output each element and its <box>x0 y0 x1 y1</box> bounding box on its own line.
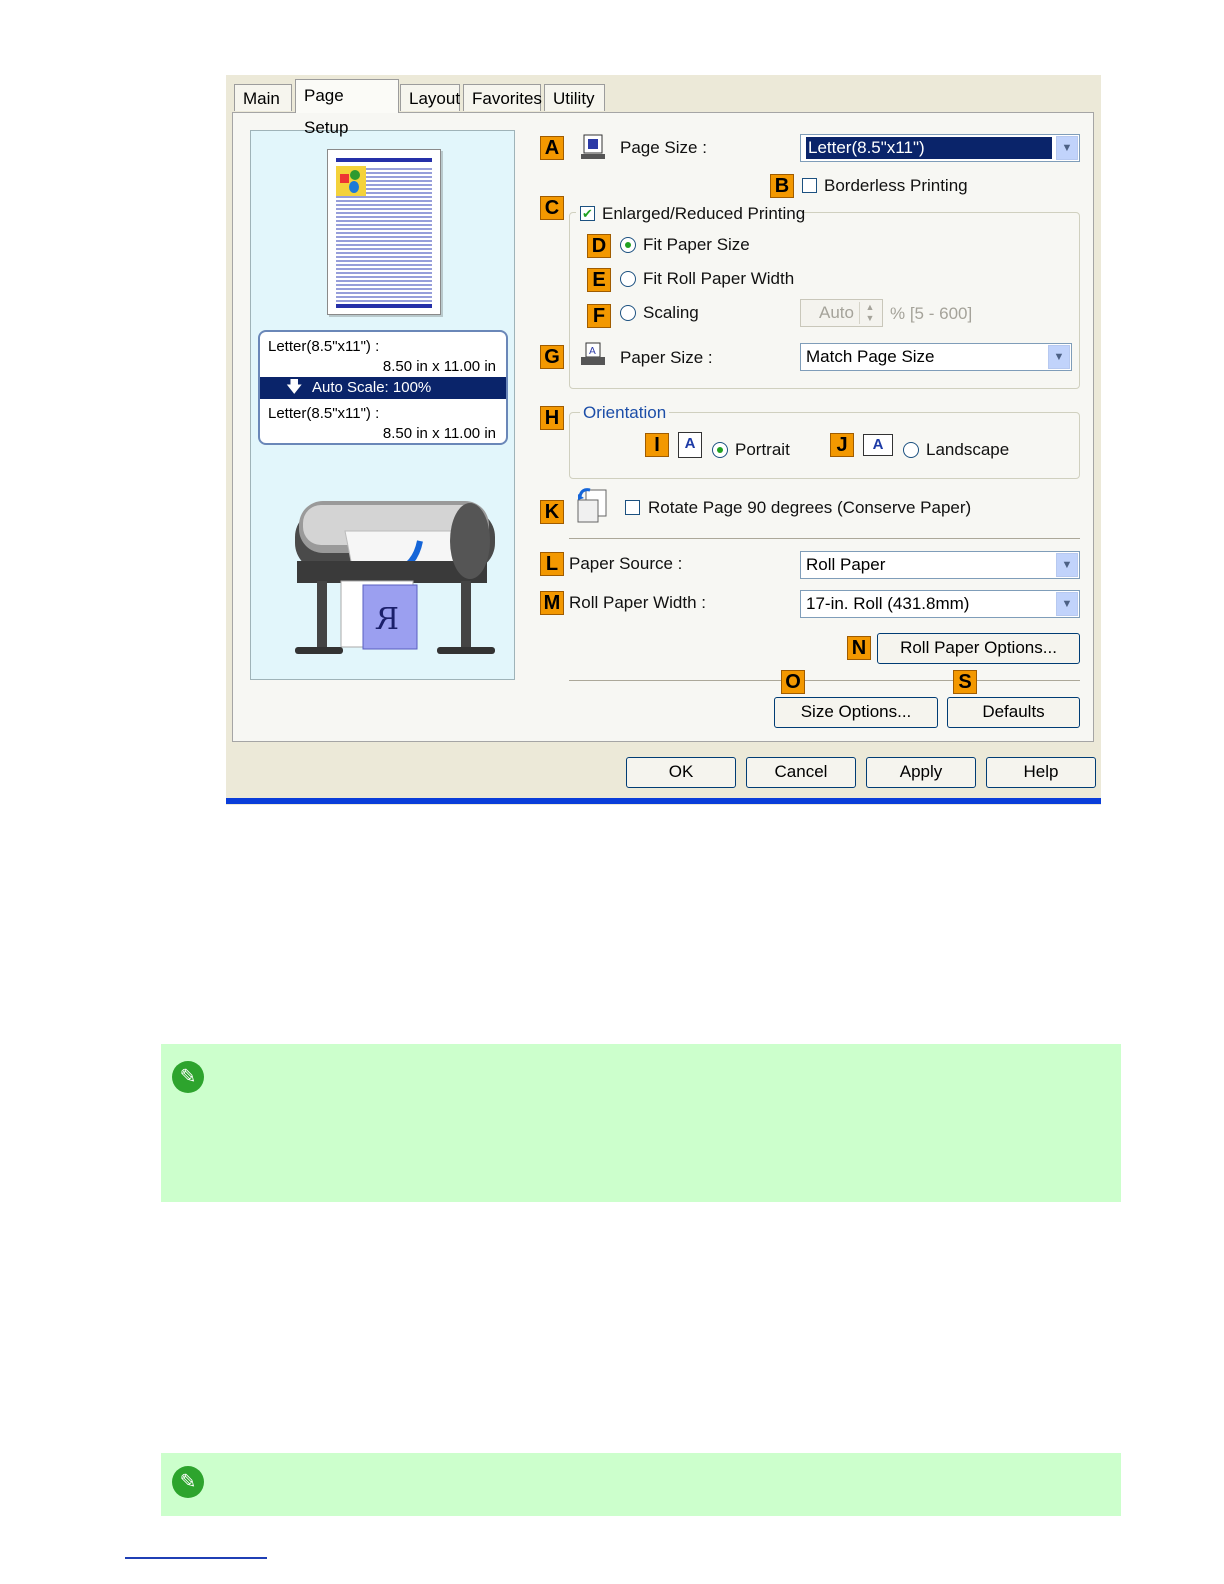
defaults-button[interactable]: Defaults <box>947 697 1080 728</box>
ok-button[interactable]: OK <box>626 757 736 788</box>
callout-d: D <box>587 234 611 258</box>
callout-j: J <box>830 433 854 457</box>
paper-source-selected: Roll Paper <box>806 555 886 574</box>
output-size-label: Letter(8.5"x11") : <box>268 405 380 422</box>
rotate-page-label: Rotate Page 90 degrees (Conserve Paper) <box>648 498 972 517</box>
page-size-label: Page Size : <box>620 138 707 157</box>
apply-button[interactable]: Apply <box>866 757 976 788</box>
landscape-radio[interactable] <box>903 442 919 458</box>
pencil-note-icon: ✎ <box>172 1061 204 1093</box>
original-size-dimensions: 8.50 in x 11.00 in <box>382 358 496 375</box>
orientation-label: Orientation <box>580 403 670 423</box>
page-size-icon <box>580 134 606 160</box>
size-info-box: Letter(8.5"x11") : 8.50 in x 11.00 in 🡇 … <box>258 330 508 445</box>
callout-b: B <box>770 174 794 198</box>
footer-link-underline[interactable] <box>125 1557 267 1559</box>
cancel-button[interactable]: Cancel <box>746 757 856 788</box>
chevron-down-icon[interactable]: ▼ <box>1048 345 1070 369</box>
scaling-label: Scaling <box>643 303 699 322</box>
dialog-bottom-border <box>226 798 1101 804</box>
separator <box>569 680 1080 681</box>
paper-size-icon: A <box>580 342 606 368</box>
scaling-value: Auto <box>819 303 854 322</box>
svg-text:A: A <box>589 346 596 357</box>
tab-layout[interactable]: Layout <box>400 84 460 111</box>
scaling-spinner: Auto ▲ ▼ <box>800 299 883 327</box>
portrait-radio[interactable] <box>712 442 728 458</box>
tab-favorites[interactable]: Favorites <box>463 84 542 111</box>
separator <box>569 538 1080 539</box>
fit-roll-label: Fit Roll Paper Width <box>643 269 795 288</box>
rotate-page-checkbox[interactable] <box>625 500 640 515</box>
callout-a: A <box>540 136 564 160</box>
landscape-label: Landscape <box>926 440 1010 459</box>
arrow-down-icon: 🡇 <box>286 379 303 396</box>
note-box: ✎ <box>161 1044 1121 1202</box>
spinner-arrows-icon: ▲ ▼ <box>859 302 880 324</box>
callout-k: K <box>540 500 564 524</box>
roll-width-label: Roll Paper Width : <box>569 593 706 612</box>
callout-m: M <box>540 591 564 615</box>
callout-i: I <box>645 433 669 457</box>
callout-l: L <box>540 552 564 576</box>
original-size-label: Letter(8.5"x11") : <box>268 338 380 355</box>
portrait-icon: A <box>678 432 702 458</box>
scaling-range: % [5 - 600] <box>890 304 973 323</box>
callout-e: E <box>587 268 611 292</box>
printer-illustration: R <box>285 461 515 671</box>
paper-source-label: Paper Source : <box>569 554 683 573</box>
rotate-page-icon <box>574 486 610 524</box>
chevron-down-icon[interactable]: ▼ <box>1056 592 1078 616</box>
fit-paper-label: Fit Paper Size <box>643 235 750 254</box>
callout-n: N <box>847 636 871 660</box>
callout-c: C <box>540 196 564 220</box>
size-options-button[interactable]: Size Options... <box>774 697 938 728</box>
page-thumbnail <box>327 149 441 315</box>
tab-utility[interactable]: Utility <box>544 84 605 111</box>
auto-scale-label: Auto Scale: 100% <box>312 379 432 396</box>
enlarged-label: Enlarged/Reduced Printing <box>602 204 806 223</box>
borderless-checkbox[interactable] <box>802 178 817 193</box>
roll-width-selected: 17-in. Roll (431.8mm) <box>806 594 970 613</box>
note-box: ✎ <box>161 1453 1121 1516</box>
callout-h: H <box>540 406 564 430</box>
help-button[interactable]: Help <box>986 757 1096 788</box>
landscape-icon: A <box>863 434 893 456</box>
page-size-select[interactable]: Letter(8.5"x11") ▼ <box>800 134 1080 162</box>
portrait-label: Portrait <box>735 440 790 459</box>
chevron-down-icon[interactable]: ▼ <box>1056 553 1078 577</box>
scaling-radio[interactable] <box>620 305 636 321</box>
tab-main[interactable]: Main <box>234 84 292 111</box>
roll-width-select[interactable]: 17-in. Roll (431.8mm) ▼ <box>800 590 1080 618</box>
output-size-dimensions: 8.50 in x 11.00 in <box>382 425 496 442</box>
fit-roll-radio[interactable] <box>620 271 636 287</box>
borderless-label: Borderless Printing <box>824 176 968 195</box>
roll-paper-options-button[interactable]: Roll Paper Options... <box>877 633 1080 664</box>
callout-s: S <box>953 670 977 694</box>
auto-scale-bar: 🡇 Auto Scale: 100% <box>260 377 506 399</box>
sheet-mirror-letter: R <box>375 602 399 637</box>
tab-page-setup[interactable]: Page Setup <box>295 79 399 137</box>
enlarged-checkbox[interactable]: ✔ <box>580 206 595 221</box>
paper-source-select[interactable]: Roll Paper ▼ <box>800 551 1080 579</box>
chevron-down-icon[interactable]: ▼ <box>1056 136 1078 160</box>
paper-size-select[interactable]: Match Page Size ▼ <box>800 343 1072 371</box>
preview-pane: Letter(8.5"x11") : 8.50 in x 11.00 in 🡇 … <box>250 130 515 680</box>
page-size-selected: Letter(8.5"x11") <box>806 137 1052 159</box>
callout-g: G <box>540 345 564 369</box>
paper-size-label: Paper Size : <box>620 348 713 367</box>
fit-paper-radio[interactable] <box>620 237 636 253</box>
pencil-note-icon: ✎ <box>172 1466 204 1498</box>
callout-f: F <box>587 304 611 328</box>
paper-size-selected: Match Page Size <box>806 347 935 366</box>
callout-o: O <box>781 670 805 694</box>
